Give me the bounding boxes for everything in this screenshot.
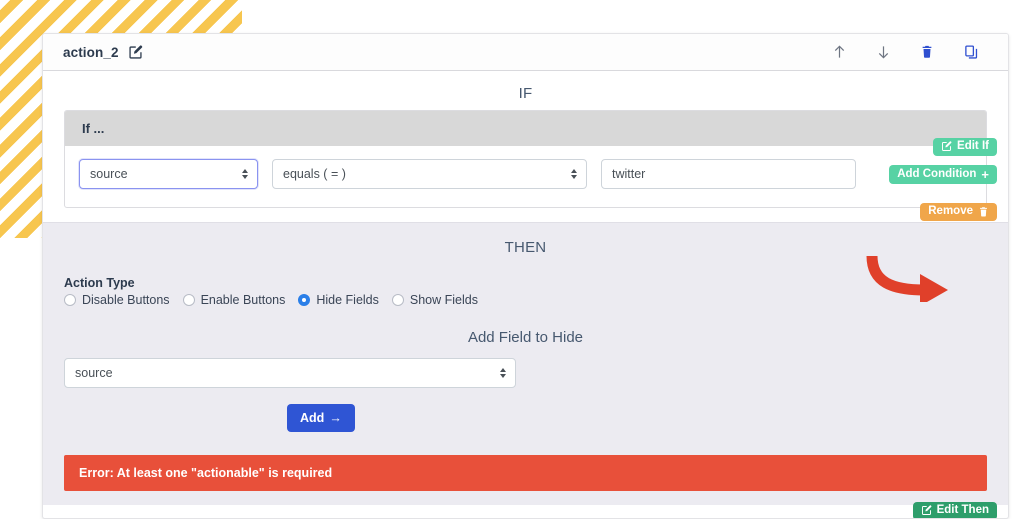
add-button-label: Add bbox=[300, 411, 325, 425]
radio-show-fields[interactable]: Show Fields bbox=[391, 293, 478, 307]
add-button[interactable]: Add → bbox=[287, 404, 355, 432]
edit-then-label: Edit Then bbox=[936, 504, 989, 516]
radio-label: Hide Fields bbox=[316, 293, 379, 307]
radio-dot bbox=[391, 294, 404, 306]
chevron-updown-icon bbox=[571, 169, 577, 179]
then-heading: THEN bbox=[504, 239, 547, 256]
add-button-row: Add → bbox=[43, 388, 1008, 432]
page-title: action_2 bbox=[63, 44, 119, 60]
radio-dot bbox=[182, 294, 195, 306]
condition-row: source equals ( = ) twitter bbox=[65, 146, 986, 207]
radio-dot bbox=[64, 294, 76, 306]
field-to-hide-select[interactable]: source bbox=[64, 358, 516, 388]
radio-dot-selected bbox=[298, 294, 311, 306]
then-section: THEN Edit Then Action Type Disable Butto… bbox=[43, 222, 1008, 518]
condition-operator-select[interactable]: equals ( = ) bbox=[272, 159, 587, 189]
condition-operator-value: equals ( = ) bbox=[283, 167, 346, 181]
remove-condition-button[interactable]: Remove bbox=[920, 203, 997, 221]
duplicate-icon[interactable] bbox=[962, 43, 980, 61]
move-up-icon[interactable] bbox=[830, 43, 848, 61]
add-condition-button[interactable]: Add Condition + bbox=[889, 165, 997, 184]
move-down-icon[interactable] bbox=[874, 43, 892, 61]
action-type-label: Action Type bbox=[64, 276, 135, 290]
radio-hide-fields[interactable]: Hide Fields bbox=[298, 293, 379, 307]
condition-value-input[interactable]: twitter bbox=[601, 159, 856, 189]
condition-field-select[interactable]: source bbox=[79, 159, 258, 189]
chevron-updown-icon bbox=[500, 368, 506, 378]
rename-action-icon[interactable] bbox=[127, 44, 144, 61]
action-type-radio-group: Disable Buttons Enable Buttons Hide Fiel… bbox=[43, 293, 1008, 307]
radio-label: Disable Buttons bbox=[82, 293, 170, 307]
error-banner: Error: At least one "actionable" is requ… bbox=[64, 455, 987, 491]
radio-label: Show Fields bbox=[409, 293, 478, 307]
add-condition-label: Add Condition bbox=[897, 167, 977, 180]
edit-if-label: Edit If bbox=[957, 140, 989, 152]
condition-value-text: twitter bbox=[612, 167, 646, 181]
if-heading: IF bbox=[518, 85, 533, 102]
radio-enable-buttons[interactable]: Enable Buttons bbox=[182, 293, 286, 307]
condition-field-value: source bbox=[90, 167, 128, 181]
chevron-updown-icon bbox=[242, 169, 248, 179]
screenshot-stage: action_2 IF Edit If Add Condition + Remo… bbox=[0, 0, 1024, 519]
edit-if-button[interactable]: Edit If bbox=[933, 138, 997, 156]
arrow-right-icon: → bbox=[329, 411, 342, 425]
card-header: action_2 bbox=[43, 34, 1008, 71]
trash-icon bbox=[980, 207, 987, 217]
condition-panel-header: If ... bbox=[65, 111, 986, 146]
field-to-hide-value: source bbox=[75, 366, 113, 380]
add-field-title: Add Field to Hide bbox=[467, 329, 584, 346]
card-toolbar bbox=[830, 43, 994, 61]
delete-icon[interactable] bbox=[918, 43, 936, 61]
remove-label: Remove bbox=[928, 205, 973, 218]
radio-label: Enable Buttons bbox=[200, 293, 286, 307]
action-card: action_2 IF Edit If Add Condition + Remo… bbox=[42, 33, 1009, 519]
if-section: IF Edit If Add Condition + Remove If ...… bbox=[43, 71, 1008, 222]
condition-panel: If ... source equals ( = ) twitter bbox=[64, 110, 987, 208]
plus-icon: + bbox=[981, 167, 989, 182]
radio-disable-buttons[interactable]: Disable Buttons bbox=[64, 293, 170, 307]
edit-then-button[interactable]: Edit Then bbox=[912, 502, 997, 518]
